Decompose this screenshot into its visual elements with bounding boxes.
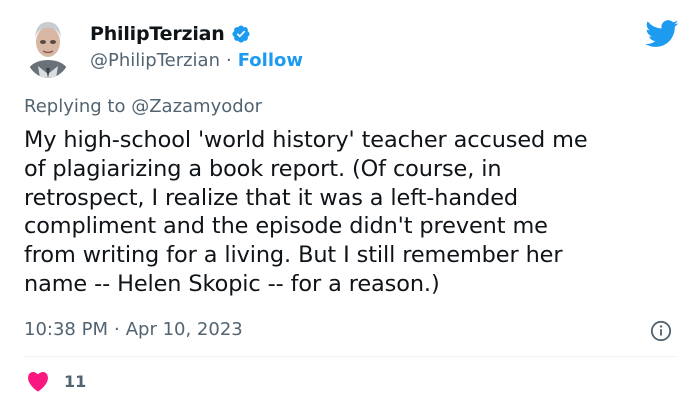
divider xyxy=(24,356,676,357)
heart-icon[interactable] xyxy=(26,370,50,392)
replying-to-label: Replying to xyxy=(24,96,132,117)
author-handle[interactable]: @PhilipTerzian xyxy=(90,49,220,73)
info-icon[interactable] xyxy=(650,320,672,342)
tweet-timestamp[interactable]: 10:38 PM · Apr 10, 2023 xyxy=(24,318,243,342)
replying-to: Replying to @Zazamyodor xyxy=(24,95,262,119)
author-handle-row: @PhilipTerzian · Follow xyxy=(90,49,303,73)
tweet-date[interactable]: Apr 10, 2023 xyxy=(126,318,243,342)
tweet-text: My high-school 'world history' teacher a… xyxy=(24,127,588,297)
author-display-name[interactable]: PhilipTerzian xyxy=(90,22,225,46)
like-button[interactable]: 11 xyxy=(26,370,86,392)
author-display-name-row[interactable]: PhilipTerzian xyxy=(90,22,251,46)
follow-button[interactable]: Follow xyxy=(238,49,303,73)
verified-badge-icon xyxy=(231,24,251,44)
timestamp-separator: · xyxy=(113,319,120,340)
handle-separator: · xyxy=(226,50,232,71)
like-count: 11 xyxy=(64,371,87,391)
twitter-bird-icon[interactable] xyxy=(645,20,679,48)
avatar[interactable] xyxy=(24,16,72,78)
tweet-card: PhilipTerzian @PhilipTerzian · Follow Re… xyxy=(0,0,700,410)
reply-mention-link[interactable]: @Zazamyodor xyxy=(131,96,262,117)
avatar-image xyxy=(24,16,72,78)
tweet-time[interactable]: 10:38 PM xyxy=(24,318,108,342)
